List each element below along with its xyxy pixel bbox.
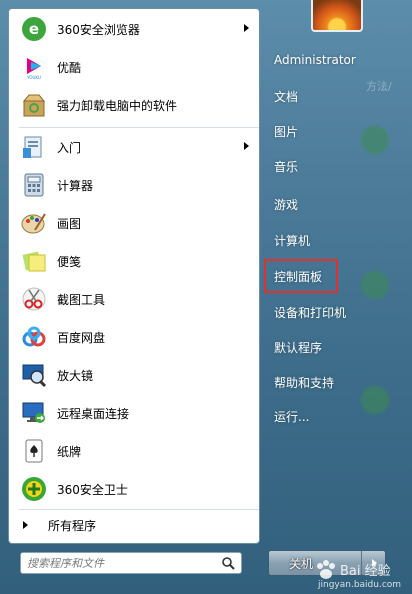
right-item-music[interactable]: 音乐 (274, 158, 298, 175)
right-item-computer[interactable]: 计算机 (274, 232, 310, 249)
menu-item-label: 放大镜 (57, 368, 94, 383)
all-programs-label: 所有程序 (48, 518, 97, 533)
menu-item-label: 360安全浏览器 (57, 22, 140, 37)
menu-item-remote-desktop[interactable]: 远程桌面连接 (13, 395, 257, 431)
menu-item-label: 入门 (57, 140, 82, 155)
menu-item-label: 360安全卫士 (57, 482, 128, 497)
youku-icon: YOUKU (19, 52, 49, 82)
menu-item-label: 纸牌 (57, 444, 82, 459)
menu-item-snipping-tool[interactable]: 截图工具 (13, 281, 257, 317)
baidu-netdisk-icon (19, 322, 49, 352)
svg-text:e: e (29, 20, 39, 38)
menu-separator (19, 127, 259, 128)
menu-item-360-security[interactable]: 360安全卫士 (13, 471, 257, 507)
programs-panel: e 360安全浏览器 YOUKU 优酷 强力卸载电脑中的软件 入门 计算器 画图… (8, 8, 260, 544)
menu-item-baidu-netdisk[interactable]: 百度网盘 (13, 319, 257, 355)
search-icon[interactable] (221, 556, 235, 573)
background-text: 方法/ (366, 80, 392, 93)
menu-item-youku[interactable]: YOUKU 优酷 (13, 49, 257, 85)
menu-item-label: 便笺 (57, 254, 82, 269)
getting-started-icon (19, 132, 49, 162)
right-item-pictures[interactable]: 图片 (274, 123, 298, 140)
right-item-documents[interactable]: 文档 (274, 88, 298, 105)
uninstall-icon (19, 90, 49, 120)
expand-arrow-icon (23, 521, 28, 529)
menu-item-paint[interactable]: 画图 (13, 205, 257, 241)
shutdown-options-arrow[interactable] (361, 551, 385, 575)
snipping-tool-icon (19, 284, 49, 314)
right-item-default-programs[interactable]: 默认程序 (274, 339, 322, 356)
user-avatar[interactable] (311, 0, 363, 32)
paint-icon (19, 208, 49, 238)
right-item-help-support[interactable]: 帮助和支持 (274, 374, 334, 391)
submenu-arrow-icon (244, 24, 249, 32)
calculator-icon (19, 170, 49, 200)
menu-item-getting-started[interactable]: 入门 (13, 129, 257, 165)
menu-item-label: 截图工具 (57, 292, 106, 307)
menu-item-360-browser[interactable]: e 360安全浏览器 (13, 11, 257, 47)
control-panel-highlight-box (264, 259, 338, 293)
magnifier-icon (19, 360, 49, 390)
menu-item-label: 远程桌面连接 (57, 406, 130, 421)
chevron-right-icon (371, 559, 377, 567)
search-box[interactable] (20, 552, 242, 574)
right-item-games[interactable]: 游戏 (274, 196, 298, 213)
submenu-arrow-icon (244, 142, 249, 150)
menu-item-label: 画图 (57, 216, 82, 231)
remote-desktop-icon (19, 398, 49, 428)
menu-item-label: 百度网盘 (57, 330, 106, 345)
360-security-icon (19, 474, 49, 504)
menu-item-label: 计算器 (57, 178, 94, 193)
menu-item-uninstall[interactable]: 强力卸载电脑中的软件 (13, 87, 257, 123)
menu-item-calculator[interactable]: 计算器 (13, 167, 257, 203)
menu-separator (19, 509, 259, 510)
shutdown-button[interactable]: 关机 (268, 550, 386, 576)
menu-item-sticky-notes[interactable]: 便笺 (13, 243, 257, 279)
right-item-user[interactable]: Administrator (274, 53, 356, 67)
360-browser-icon: e (19, 14, 49, 44)
menu-item-label: 强力卸载电脑中的软件 (57, 98, 178, 113)
search-input[interactable] (27, 554, 217, 572)
right-item-devices-printers[interactable]: 设备和打印机 (274, 304, 346, 321)
sticky-notes-icon (19, 246, 49, 276)
right-item-run[interactable]: 运行... (274, 408, 309, 425)
menu-item-label: 优酷 (57, 60, 82, 75)
all-programs-button[interactable]: 所有程序 (13, 512, 257, 538)
svg-text:YOUKU: YOUKU (26, 75, 41, 80)
menu-item-solitaire[interactable]: 纸牌 (13, 433, 257, 469)
shutdown-label: 关机 (289, 556, 314, 571)
menu-item-magnifier[interactable]: 放大镜 (13, 357, 257, 393)
solitaire-icon (19, 436, 49, 466)
